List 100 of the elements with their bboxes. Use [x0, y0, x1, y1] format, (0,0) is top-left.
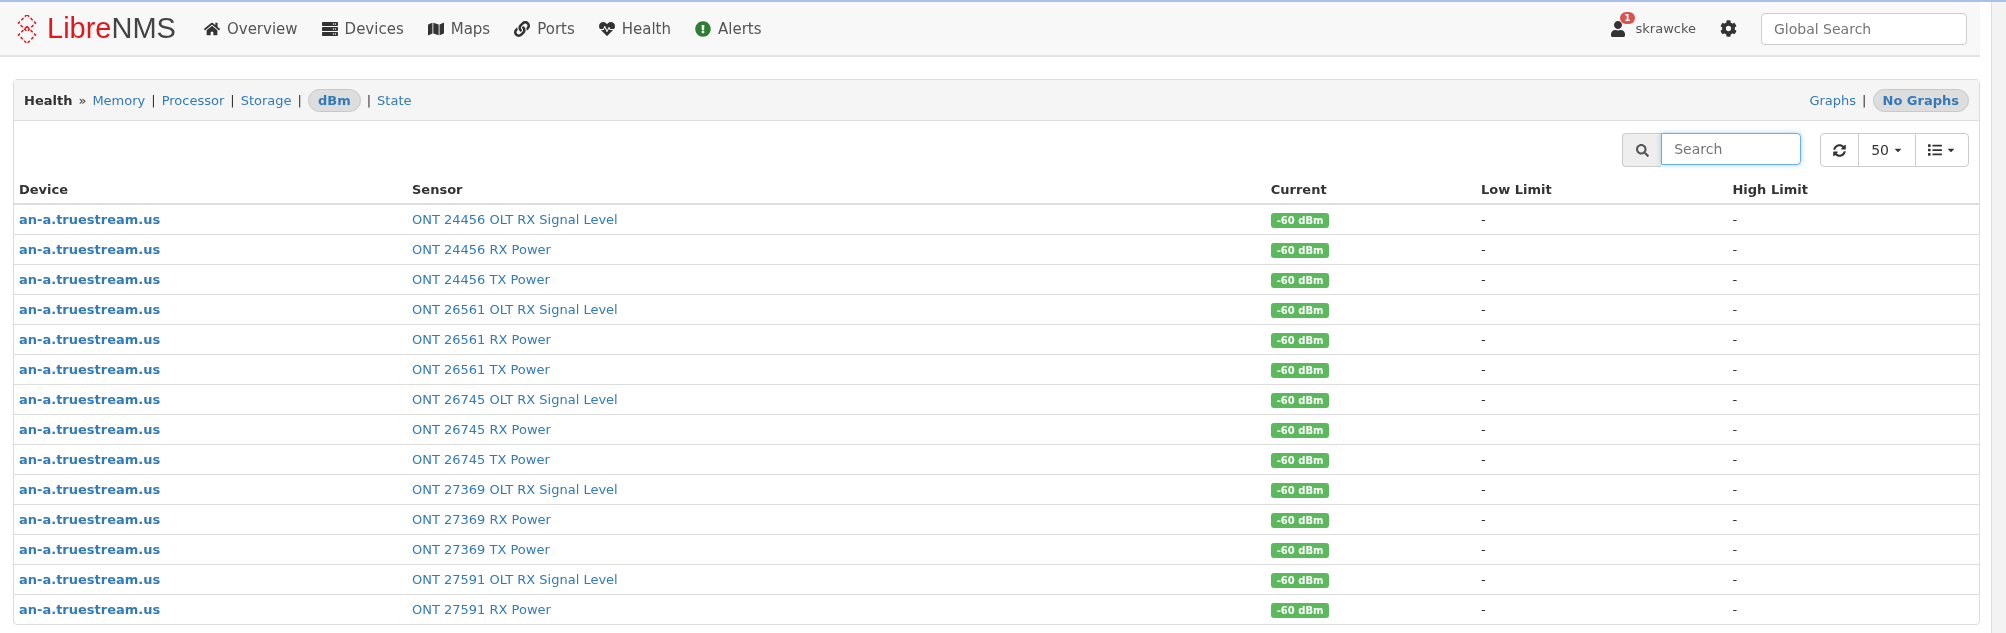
- device-link[interactable]: an-a.truestream.us: [19, 482, 161, 497]
- nav-link[interactable]: Ports: [514, 19, 575, 38]
- pipe-separator: |: [1862, 92, 1867, 108]
- device-link[interactable]: an-a.truestream.us: [19, 272, 161, 287]
- sensor-link[interactable]: ONT 24456 TX Power: [412, 272, 550, 287]
- sensor-type-link[interactable]: dBm: [307, 88, 361, 112]
- librenms-logo[interactable]: LibreNMS: [13, 12, 176, 45]
- low-limit-value: -: [1480, 422, 1486, 437]
- current-value-label: -60 dBm: [1270, 393, 1330, 408]
- alert-icon: [695, 20, 711, 37]
- high-limit-value: -: [1732, 272, 1738, 287]
- column-header[interactable]: Low Limit: [1475, 176, 1728, 204]
- logo-text: Libre: [47, 12, 112, 44]
- server-icon: [321, 20, 338, 37]
- high-limit-value: -: [1732, 302, 1738, 317]
- sensor-link[interactable]: ONT 24456 RX Power: [412, 242, 551, 257]
- current-value-label: -60 dBm: [1270, 303, 1330, 318]
- search-field[interactable]: Search: [1661, 133, 1802, 165]
- low-limit-value: -: [1480, 242, 1486, 257]
- sensor-link[interactable]: ONT 26561 OLT RX Signal Level: [412, 302, 618, 317]
- nav-link[interactable]: Overview: [203, 19, 298, 38]
- view-toggle-link[interactable]: No Graphs: [1872, 88, 1969, 112]
- low-limit-value: -: [1480, 332, 1486, 347]
- column-header[interactable]: Device: [14, 176, 407, 204]
- sensor-link[interactable]: ONT 26745 OLT RX Signal Level: [412, 392, 618, 407]
- sensor-link[interactable]: ONT 27369 OLT RX Signal Level: [412, 482, 618, 497]
- high-limit-value: -: [1732, 212, 1738, 227]
- device-link[interactable]: an-a.truestream.us: [19, 332, 161, 347]
- heartbeat-icon: [598, 20, 615, 37]
- sensor-type-link[interactable]: Memory: [92, 92, 146, 108]
- sensor-link[interactable]: ONT 26745 TX Power: [412, 452, 550, 467]
- high-limit-value: -: [1732, 452, 1738, 467]
- sensor-link[interactable]: ONT 27369 RX Power: [412, 512, 551, 527]
- section-title: Health: [24, 92, 73, 108]
- device-link[interactable]: an-a.truestream.us: [19, 602, 161, 617]
- device-link[interactable]: an-a.truestream.us: [19, 452, 161, 467]
- current-value-label: -60 dBm: [1270, 513, 1330, 528]
- device-link[interactable]: an-a.truestream.us: [19, 572, 161, 587]
- current-value-label: -60 dBm: [1270, 363, 1330, 378]
- high-limit-value: -: [1732, 602, 1738, 617]
- device-link[interactable]: an-a.truestream.us: [19, 302, 161, 317]
- column-header[interactable]: High Limit: [1727, 176, 1979, 204]
- device-link[interactable]: an-a.truestream.us: [19, 392, 161, 407]
- low-limit-value: -: [1480, 272, 1486, 287]
- user-icon[interactable]: [1609, 20, 1626, 37]
- current-value-label: -60 dBm: [1270, 333, 1330, 348]
- current-value-label: -60 dBm: [1270, 573, 1330, 588]
- sensor-link[interactable]: ONT 26561 RX Power: [412, 332, 551, 347]
- view-toggle-link[interactable]: Graphs: [1809, 92, 1857, 108]
- sensor-type-link[interactable]: Processor: [161, 92, 225, 108]
- notification-count: 1: [1620, 11, 1635, 24]
- pipe-separator: |: [366, 92, 372, 108]
- page-size-dropdown[interactable]: 50: [1858, 133, 1916, 167]
- high-limit-value: -: [1732, 392, 1738, 407]
- high-limit-value: -: [1732, 242, 1738, 257]
- device-link[interactable]: an-a.truestream.us: [19, 422, 161, 437]
- high-limit-value: -: [1732, 512, 1738, 527]
- current-value-label: -60 dBm: [1270, 273, 1330, 288]
- low-limit-value: -: [1480, 512, 1486, 527]
- high-limit-value: -: [1732, 542, 1738, 557]
- device-link[interactable]: an-a.truestream.us: [19, 542, 161, 557]
- sensor-link[interactable]: ONT 27369 TX Power: [412, 542, 550, 557]
- columns-dropdown[interactable]: [1915, 133, 1969, 167]
- sensor-link[interactable]: ONT 27591 OLT RX Signal Level: [412, 572, 618, 587]
- current-value-label: -60 dBm: [1270, 213, 1330, 228]
- high-limit-value: -: [1732, 332, 1738, 347]
- pipe-separator: |: [230, 92, 235, 108]
- column-header[interactable]: Current: [1265, 176, 1476, 204]
- settings-icon[interactable]: [1720, 20, 1737, 37]
- global-search-field[interactable]: Global Search: [1761, 12, 1967, 45]
- column-header[interactable]: Sensor: [407, 176, 1266, 204]
- low-limit-value: -: [1480, 542, 1486, 557]
- username[interactable]: skrawcke: [1635, 21, 1696, 36]
- current-value-label: -60 dBm: [1270, 453, 1330, 468]
- device-link[interactable]: an-a.truestream.us: [19, 212, 161, 227]
- link-icon: [514, 20, 531, 37]
- device-link[interactable]: an-a.truestream.us: [19, 242, 161, 257]
- sensor-link[interactable]: ONT 27591 RX Power: [412, 602, 551, 617]
- home-icon: [203, 20, 220, 37]
- pipe-separator: |: [297, 92, 302, 108]
- map-icon: [427, 20, 444, 37]
- nav-link[interactable]: Alerts: [695, 19, 762, 38]
- sensor-type-link[interactable]: Storage: [240, 92, 292, 108]
- sensor-link[interactable]: ONT 24456 OLT RX Signal Level: [412, 212, 618, 227]
- sensor-type-link[interactable]: State: [377, 92, 412, 108]
- low-limit-value: -: [1480, 572, 1486, 587]
- low-limit-value: -: [1480, 482, 1486, 497]
- sensor-link[interactable]: ONT 26561 TX Power: [412, 362, 550, 377]
- nav-link[interactable]: Devices: [321, 19, 404, 38]
- refresh-button[interactable]: [1820, 133, 1860, 167]
- device-link[interactable]: an-a.truestream.us: [19, 512, 161, 527]
- sensor-link[interactable]: ONT 26745 RX Power: [412, 422, 551, 437]
- nav-link[interactable]: Maps: [427, 19, 491, 38]
- refresh-icon: [1833, 143, 1847, 157]
- device-link[interactable]: an-a.truestream.us: [19, 362, 161, 377]
- breadcrumb-separator: »: [78, 92, 87, 108]
- logo-text: NMS: [111, 12, 176, 44]
- current-value-label: -60 dBm: [1270, 543, 1330, 558]
- nav-link[interactable]: Health: [598, 19, 671, 38]
- low-limit-value: -: [1480, 362, 1486, 377]
